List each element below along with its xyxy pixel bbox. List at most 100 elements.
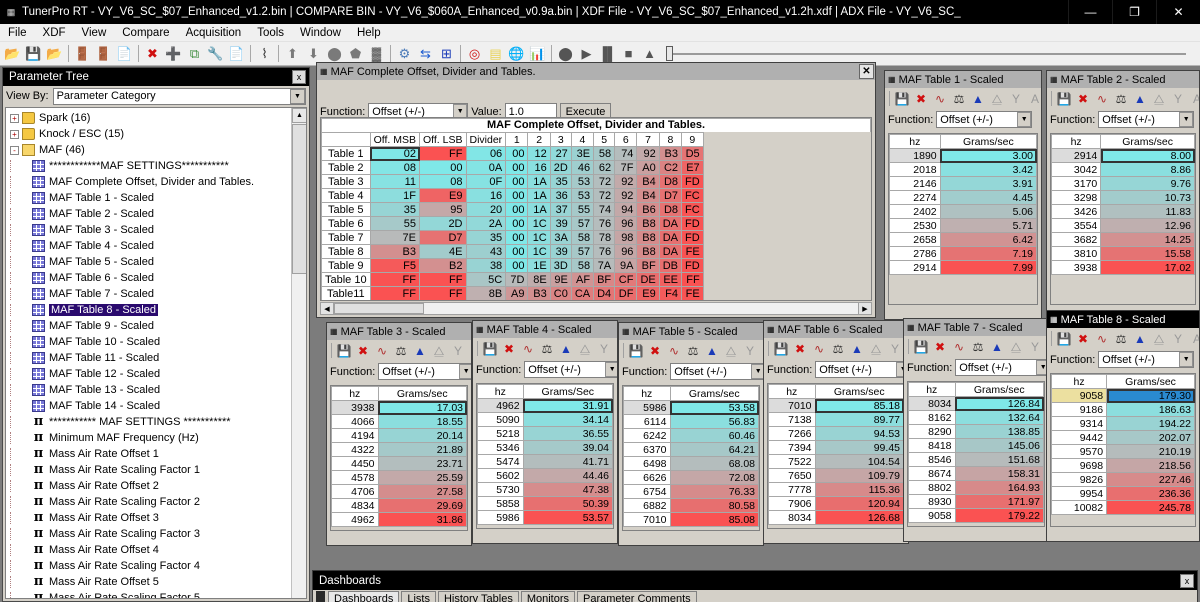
smooth-icon[interactable]: ⧋	[1150, 330, 1168, 348]
table-row[interactable]: 6882 80.58	[623, 498, 759, 513]
table-cell[interactable]: 96	[614, 244, 638, 259]
table-cell-key[interactable]: 2018	[889, 162, 941, 177]
table-cell-value[interactable]: 126.84	[954, 396, 1044, 411]
table-cell-value[interactable]: 3.00	[939, 148, 1037, 163]
table-cell[interactable]: 3D	[549, 258, 572, 273]
table-cell-value[interactable]: 6.42	[939, 232, 1037, 247]
table-cell[interactable]: E2	[594, 301, 615, 302]
tree-item[interactable]: π Mass Air Rate Scaling Factor 5	[6, 590, 290, 598]
table-cell-value[interactable]: 72.08	[669, 470, 759, 485]
table-cell[interactable]: D8	[658, 202, 683, 217]
table-cell[interactable]: F5	[369, 258, 421, 273]
table-row[interactable]: 4706 27.58	[331, 484, 467, 499]
column-header[interactable]: 1	[505, 132, 529, 147]
tree-item[interactable]: π Mass Air Rate Scaling Factor 1	[6, 462, 290, 478]
table-cell[interactable]: 38	[465, 258, 507, 273]
table-row[interactable]: 3810 15.58	[1051, 246, 1195, 261]
window-maf-table-5-scaled[interactable]: ▦MAF Table 5 - Scaled💾✖∿⚖▲⧋ΥAFunction:Of…	[618, 322, 764, 546]
table-cell-key[interactable]: 7522	[768, 454, 816, 469]
table-cell[interactable]: 00	[505, 244, 529, 259]
table-cell-key[interactable]: 2658	[889, 232, 941, 247]
table-cell-key[interactable]: 9186	[1051, 402, 1108, 417]
table-cell[interactable]: 5C	[465, 272, 507, 287]
table-cell-key[interactable]: 7266	[768, 426, 816, 441]
table-cell[interactable]: DE	[636, 272, 660, 287]
column-header[interactable]: 8	[658, 132, 683, 147]
table-cell[interactable]: B8	[636, 244, 660, 259]
table-cell[interactable]: A9	[505, 286, 529, 300]
tree-item[interactable]: π Mass Air Rate Offset 5	[6, 574, 290, 590]
window-maf-table-7-scaled[interactable]: ▦MAF Table 7 - Scaled💾✖∿⚖▲⧋ΥAFunction:Of…	[903, 318, 1049, 542]
table-cell-key[interactable]: 2530	[889, 218, 941, 233]
column-header-value[interactable]: Grams/sec	[939, 134, 1037, 149]
table-cell-key[interactable]: 2146	[889, 176, 941, 191]
table-row[interactable]: Table 6 55 2D 2A 00 1C 39 57 76 96 B8 DA FD	[321, 216, 704, 231]
shape-icon[interactable]: ⬟	[345, 43, 366, 64]
table-cell-value[interactable]: 115.36	[814, 482, 904, 497]
table-cell-value[interactable]: 8.86	[1100, 162, 1195, 177]
table-row[interactable]: 7394 99.45	[768, 440, 904, 455]
window-title-bar[interactable]: ▦ MAF Table 4 - Scaled	[473, 321, 617, 338]
table-cell[interactable]: 7A	[593, 258, 616, 273]
table-row[interactable]: 8802 164.93	[908, 480, 1044, 495]
window-title-bar[interactable]: ▦ MAF Table 7 - Scaled	[904, 319, 1048, 336]
scales-balance-icon[interactable]: ⚖	[950, 90, 968, 108]
table-cell[interactable]: C2	[658, 160, 683, 175]
column-header[interactable]: Divider	[465, 132, 507, 147]
save-table-icon[interactable]: 💾	[1055, 90, 1073, 108]
table-cell[interactable]: 72	[593, 188, 616, 203]
table-row[interactable]: Table 2 08 00 0A 00 16 2D 46 62 7F A0 C2 E7	[321, 160, 704, 175]
column-header-value[interactable]: Grams/sec	[377, 386, 467, 401]
table-cell-key[interactable]: 7906	[768, 496, 816, 511]
chevron-down-icon[interactable]: ▼	[751, 364, 763, 379]
table-cell-value[interactable]: 41.71	[522, 454, 613, 469]
table-cell-key[interactable]: 4834	[331, 498, 379, 513]
table-row[interactable]: Table 8 B3 4E 43 00 1C 39 57 76 96 B8 DA FE	[321, 244, 704, 259]
table-cell[interactable]: 55	[570, 202, 595, 217]
table-cell[interactable]: 7E	[369, 230, 421, 245]
table-row[interactable]: 5474 41.71	[477, 454, 613, 469]
tree-item[interactable]: MAF Table 2 - Scaled	[6, 206, 290, 222]
table-row[interactable]: 6370 64.21	[623, 442, 759, 457]
table-cell[interactable]: CF	[614, 272, 638, 287]
table-cell[interactable]: B8	[636, 230, 660, 245]
table-cell-value[interactable]: 31.91	[522, 398, 613, 413]
table-cell-key[interactable]: 4066	[331, 414, 379, 429]
table-cell-key[interactable]: 7010	[623, 512, 671, 527]
table-cell[interactable]: 06	[465, 146, 507, 161]
table-row[interactable]: Table12FFFFB3C5CBD3DAE2EAF1F8FF	[322, 301, 704, 302]
table-cell[interactable]: FE	[681, 286, 704, 300]
table-row[interactable]: 8162 132.64	[908, 410, 1044, 425]
table-row[interactable]: 8674 158.31	[908, 466, 1044, 481]
table-cell-value[interactable]: 85.18	[814, 398, 904, 413]
table-cell[interactable]: 00	[505, 258, 529, 273]
table-cell[interactable]: FF	[420, 301, 467, 302]
column-header-value[interactable]: Grams/sec	[669, 386, 759, 401]
table-cell[interactable]: 36	[549, 188, 572, 203]
tree-item[interactable]: MAF Table 1 - Scaled	[6, 190, 290, 206]
table-cell-key[interactable]: 2914	[889, 260, 941, 275]
table-cell[interactable]: DA	[658, 244, 683, 259]
table-row[interactable]: 9442 202.07	[1051, 430, 1195, 445]
close-table-icon[interactable]: ✖	[912, 90, 930, 108]
scales-balance-icon[interactable]: ⚖	[1112, 90, 1130, 108]
tree-item[interactable]: MAF Table 5 - Scaled	[6, 254, 290, 270]
table-cell-value[interactable]: 120.94	[814, 496, 904, 511]
table-cell[interactable]: 4E	[419, 244, 467, 259]
table-cell-key[interactable]: 2402	[889, 204, 941, 219]
table-cell-value[interactable]: 218.56	[1106, 458, 1195, 473]
chevron-down-icon[interactable]: ▼	[290, 88, 305, 104]
scales-balance-icon[interactable]: ⚖	[1112, 330, 1130, 348]
maximize-button[interactable]: ❐	[1112, 0, 1156, 24]
column-header-key[interactable]: hz	[623, 386, 671, 401]
table-cell[interactable]: 3E	[570, 146, 595, 161]
table-cell-value[interactable]: 3.91	[939, 176, 1037, 191]
table-cell[interactable]: 39	[549, 244, 572, 259]
table-cell[interactable]: 0A	[465, 160, 507, 175]
table-row[interactable]: 7010 85.08	[623, 512, 759, 527]
table-cell-key[interactable]: 5986	[477, 510, 524, 525]
table-cell-key[interactable]: 6370	[623, 442, 671, 457]
window-maf-table-4-scaled[interactable]: ▦MAF Table 4 - Scaled💾✖∿⚖▲⧋ΥAFunction:Of…	[472, 320, 618, 544]
table-cell-key[interactable]: 5090	[477, 412, 524, 427]
table-cell[interactable]: 53	[570, 174, 595, 189]
